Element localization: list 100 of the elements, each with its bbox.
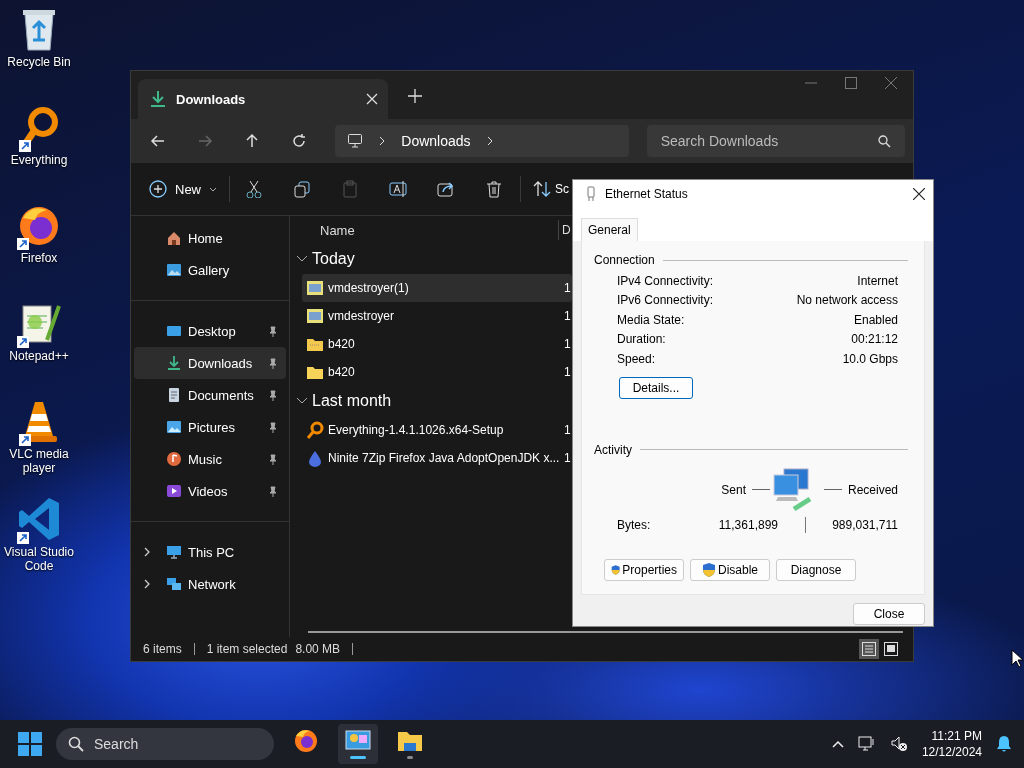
table-cell: 1 [564,337,571,351]
dialog-button[interactable]: Properties [604,558,684,581]
chevron-up-icon [831,740,844,748]
search-field[interactable]: Search Downloads [646,125,905,157]
fox-globe-icon [17,204,61,248]
pin-icon[interactable] [268,485,278,497]
field-label: Speed: [617,351,656,366]
dialog-button[interactable]: Disable [690,558,770,581]
file-name: Everything-1.4.1.1026.x64-Setup [328,423,505,437]
desktop-icon-label[interactable]: Firefox [1,251,77,265]
column-header[interactable]: D [558,220,571,240]
sort-arrows-icon [533,181,551,197]
breadcrumb[interactable]: Downloads [401,133,471,149]
forward-icon [196,133,213,149]
sidebar-item[interactable]: This PC [134,536,286,568]
sidebar-item[interactable]: Network [134,568,286,600]
pin-icon[interactable] [268,357,278,369]
sidebar-item[interactable]: Videos [134,475,286,507]
pin-icon[interactable] [268,389,278,401]
desktop-icon [166,323,182,339]
file-row[interactable]: vmdestroyer 1 [302,302,572,330]
sidebar-item[interactable]: Desktop [134,315,286,347]
file-name: b420 [328,337,356,351]
sidebar-item[interactable]: Gallery [134,254,286,286]
file-row[interactable]: b420 1 [302,358,572,386]
search-icon [877,134,891,148]
field-label: Duration: [617,332,666,347]
details-view-button[interactable] [859,639,879,659]
music-note-icon [166,451,182,467]
table-cell: 1 [564,423,571,437]
file-name: vmdestroyer(1) [328,281,410,295]
column-header[interactable]: Name [290,222,558,238]
back-icon [149,133,166,149]
computer-icon [347,133,364,149]
folder-icon [397,729,423,753]
selection-status: 1 item selected [206,642,288,656]
file-row[interactable]: Everything-1.4.1.1026.x64-Setup 1 [302,416,572,444]
section-label: Activity [594,442,632,457]
close-button[interactable]: Close [853,603,925,625]
file-row[interactable]: vmdestroyer(1) 1 [302,274,572,302]
desktop-icon-label[interactable]: Recycle Bin [1,55,77,69]
scissors-icon [245,180,263,198]
clock[interactable]: 11:21 PM 12/12/2024 [921,728,982,760]
sidebar-item[interactable]: Home [134,222,286,254]
details-button[interactable]: Details... [619,376,693,399]
sidebar-item[interactable]: Downloads [134,347,286,379]
chevron-right-icon [379,136,386,146]
new-button[interactable]: New [149,180,213,198]
file-row[interactable]: Ninite 7Zip Firefox Java AdoptOpenJDK x... 1 [302,444,572,472]
dialog-button[interactable]: Diagnose [776,558,856,581]
mouse-pointer-icon [1011,649,1023,668]
desktop-icon-label[interactable]: VLC media player [1,447,77,475]
item-count: 6 items [143,642,182,656]
taskbar-search-field[interactable]: Search [56,728,274,760]
field-value: 00:21:12 [851,332,898,347]
network-adapter-icon [585,186,597,202]
bytes-sent-value: 11,361,899 [717,517,778,532]
share-icon [437,180,455,198]
pin-icon[interactable] [268,453,278,465]
start-logo-icon[interactable] [18,732,42,756]
expand-chevron-icon[interactable] [142,547,152,557]
file-row[interactable]: b420 1 [302,330,572,358]
pin-icon[interactable] [268,325,278,337]
file-name: vmdestroyer [328,309,396,323]
address-bar[interactable]: Downloads [335,125,629,157]
desktop-icon-label[interactable]: Notepad++ [1,349,77,363]
close-tab-icon[interactable] [366,93,378,105]
sidebar-item[interactable]: Documents [134,379,286,411]
group-header[interactable]: Today [290,244,556,274]
sort-button[interactable]: Sc [533,181,569,197]
taskbar-app-button[interactable] [338,724,378,764]
field-label: Bytes: [617,517,652,532]
tiles-view-button[interactable] [881,639,901,659]
field-label: Media State: [617,312,685,327]
desktop-icon-label[interactable]: Visual Studio Code [1,545,77,573]
computer-icon [166,544,182,560]
dialog-tab[interactable]: General [581,218,638,241]
caret-icon [209,186,217,192]
sent-label: Sent [721,482,746,497]
document-icon [166,387,182,403]
chevron-right-icon [486,136,493,146]
desktop-icon-label[interactable]: Everything [1,153,77,167]
download-arrow-icon [166,355,182,371]
rename-icon [389,180,407,198]
control-panel-icon [345,729,371,753]
sidebar-item[interactable]: Music [134,443,286,475]
search-icon [68,736,84,752]
clipboard-icon [341,180,359,198]
close-icon[interactable] [913,188,925,200]
group-header[interactable]: Last month [290,386,556,416]
code-editor-icon [17,496,61,542]
explorer-tab[interactable]: Downloads [138,79,388,119]
picture-icon [166,419,182,435]
expand-chevron-icon[interactable] [142,579,152,589]
fox-globe-icon [293,728,319,754]
sidebar-item[interactable]: Pictures [134,411,286,443]
network-monitor-icon [857,736,876,752]
field-value: No network access [796,293,898,308]
pin-icon[interactable] [268,421,278,433]
bytes-received-value: 989,031,711 [832,517,898,532]
